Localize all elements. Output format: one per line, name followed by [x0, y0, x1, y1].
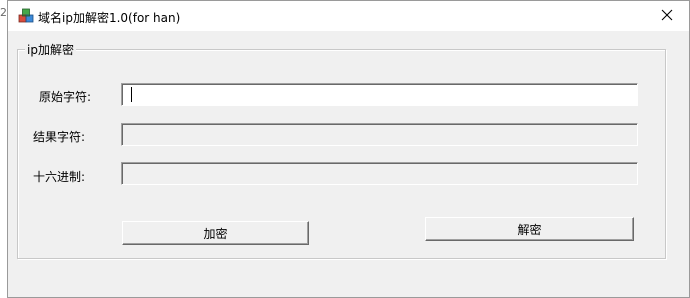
app-window: 域名ip加解密1.0(for han) ip加解密 原始字符: 结果字符: 十六…	[7, 0, 690, 298]
encrypt-button[interactable]: 加密	[122, 221, 309, 245]
hex-field[interactable]	[121, 162, 638, 185]
close-button[interactable]	[645, 1, 689, 31]
text-caret	[131, 87, 132, 102]
app-icon	[18, 8, 34, 24]
window-title: 域名ip加解密1.0(for han)	[38, 11, 181, 25]
result-text-label: 结果字符:	[33, 130, 86, 144]
hex-label: 十六进制:	[33, 170, 86, 184]
close-icon	[661, 9, 673, 24]
original-text-input[interactable]	[121, 83, 638, 106]
title-bar[interactable]: 域名ip加解密1.0(for han)	[8, 1, 689, 31]
result-text-field[interactable]	[121, 123, 638, 146]
groupbox-legend: ip加解密	[25, 43, 76, 57]
original-text-label: 原始字符:	[39, 90, 92, 104]
decrypt-button[interactable]: 解密	[425, 217, 634, 241]
